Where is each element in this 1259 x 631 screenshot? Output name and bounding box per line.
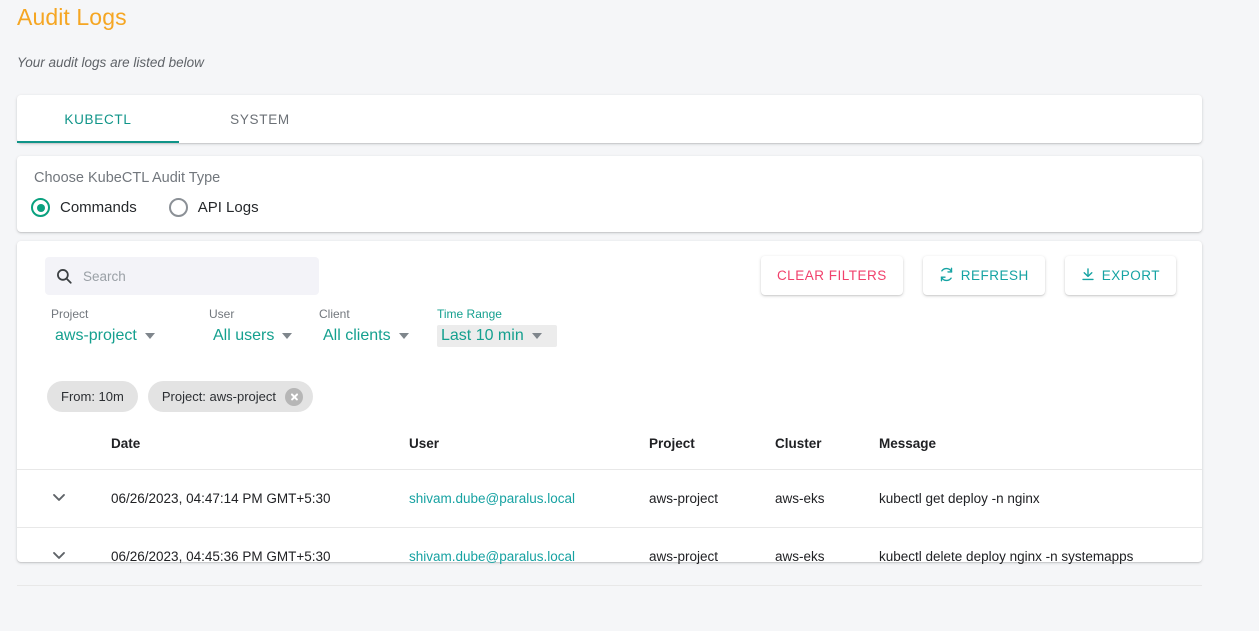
page-title: Audit Logs — [17, 4, 127, 31]
refresh-icon — [939, 267, 954, 285]
tab-system[interactable]: SYSTEM — [179, 95, 341, 143]
radio-commands-mark — [31, 198, 50, 217]
col-header-cluster: Cluster — [775, 428, 879, 470]
col-header-date: Date — [111, 428, 409, 470]
tabs: KUBECTL SYSTEM — [17, 95, 1202, 143]
tabs-card: KUBECTL SYSTEM — [17, 95, 1202, 143]
audit-type-radio-group: Commands API Logs — [31, 198, 269, 217]
radio-commands[interactable]: Commands — [31, 198, 147, 217]
table-body: 06/26/2023, 04:47:14 PM GMT+5:30 shivam.… — [17, 470, 1202, 586]
chevron-down-icon[interactable] — [49, 545, 71, 567]
table-row[interactable]: 06/26/2023, 04:45:36 PM GMT+5:30 shivam.… — [17, 528, 1202, 586]
clear-filters-label: CLEAR FILTERS — [777, 268, 887, 283]
chip-from[interactable]: From: 10m — [47, 381, 138, 412]
chip-project[interactable]: Project: aws-project — [148, 381, 313, 412]
row-message: kubectl get deploy -n nginx — [879, 470, 1202, 528]
table-row[interactable]: 06/26/2023, 04:47:14 PM GMT+5:30 shivam.… — [17, 470, 1202, 528]
filter-time-range-value: Last 10 min — [441, 327, 524, 345]
audit-logs-card: CLEAR FILTERS REFRESH — [17, 241, 1202, 562]
col-header-expand — [17, 428, 111, 470]
row-project: aws-project — [649, 470, 775, 528]
user-link[interactable]: shivam.dube@paralus.local — [409, 549, 575, 564]
audit-type-label: Choose KubeCTL Audit Type — [34, 170, 220, 186]
radio-api-logs-mark — [169, 198, 188, 217]
row-user: shivam.dube@paralus.local — [409, 528, 649, 586]
col-header-project: Project — [649, 428, 775, 470]
filter-project-value: aws-project — [55, 327, 137, 345]
filter-time-range-label: Time Range — [437, 307, 557, 321]
row-project: aws-project — [649, 528, 775, 586]
filter-user-select[interactable]: All users — [209, 325, 319, 347]
row-date: 06/26/2023, 04:45:36 PM GMT+5:30 — [111, 528, 409, 586]
filter-client-select[interactable]: All clients — [319, 325, 437, 347]
audit-logs-table: Date User Project Cluster Message — [17, 428, 1202, 586]
audit-type-card: Choose KubeCTL Audit Type Commands API L… — [17, 156, 1202, 232]
chip-project-label: Project: aws-project — [162, 389, 276, 404]
export-button[interactable]: EXPORT — [1065, 256, 1176, 295]
row-message: kubectl delete deploy nginx -n systemapp… — [879, 528, 1202, 586]
tab-active-indicator — [17, 141, 179, 144]
radio-commands-label: Commands — [60, 199, 137, 216]
filter-client: Client All clients — [319, 307, 437, 347]
chevron-down-icon — [532, 333, 542, 339]
row-expand-cell — [17, 528, 111, 586]
filter-client-label: Client — [319, 307, 437, 321]
search-box[interactable] — [45, 257, 319, 295]
radio-api-logs-label: API Logs — [198, 199, 259, 216]
action-buttons: CLEAR FILTERS REFRESH — [761, 256, 1176, 295]
chevron-down-icon[interactable] — [49, 487, 71, 509]
table-head: Date User Project Cluster Message — [17, 428, 1202, 470]
filter-project-label: Project — [51, 307, 209, 321]
chevron-down-icon — [145, 333, 155, 339]
table-header-row: Date User Project Cluster Message — [17, 428, 1202, 470]
filter-client-value: All clients — [323, 327, 391, 345]
export-label: EXPORT — [1102, 268, 1160, 283]
tab-kubectl[interactable]: KUBECTL — [17, 95, 179, 143]
radio-api-logs[interactable]: API Logs — [169, 198, 269, 217]
page-subtitle: Your audit logs are listed below — [17, 55, 204, 70]
filter-user-label: User — [209, 307, 319, 321]
row-date: 06/26/2023, 04:47:14 PM GMT+5:30 — [111, 470, 409, 528]
clear-filters-button[interactable]: CLEAR FILTERS — [761, 256, 903, 295]
filter-project: Project aws-project — [51, 307, 209, 347]
filter-time-range: Time Range Last 10 min — [437, 307, 557, 347]
filter-dropdowns: Project aws-project User All users Clien… — [51, 307, 557, 347]
close-icon[interactable] — [285, 388, 303, 406]
download-icon — [1081, 267, 1095, 285]
filter-project-select[interactable]: aws-project — [51, 325, 209, 347]
chevron-down-icon — [399, 333, 409, 339]
audit-logs-page: Audit Logs Your audit logs are listed be… — [0, 0, 1259, 631]
col-header-user: User — [409, 428, 649, 470]
row-expand-cell — [17, 470, 111, 528]
filter-user: User All users — [209, 307, 319, 347]
filter-chips: From: 10m Project: aws-project — [47, 381, 313, 412]
refresh-button[interactable]: REFRESH — [923, 256, 1045, 295]
chip-from-label: From: 10m — [61, 389, 124, 404]
row-cluster: aws-eks — [775, 470, 879, 528]
filter-time-range-select[interactable]: Last 10 min — [437, 325, 557, 347]
row-cluster: aws-eks — [775, 528, 879, 586]
filter-user-value: All users — [213, 327, 274, 345]
col-header-message: Message — [879, 428, 1202, 470]
user-link[interactable]: shivam.dube@paralus.local — [409, 491, 575, 506]
chevron-down-icon — [282, 333, 292, 339]
search-input[interactable] — [81, 268, 309, 285]
search-icon — [55, 267, 73, 285]
row-user: shivam.dube@paralus.local — [409, 470, 649, 528]
refresh-label: REFRESH — [961, 268, 1029, 283]
